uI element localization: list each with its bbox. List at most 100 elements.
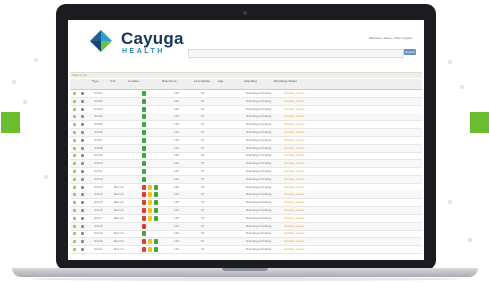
row-check-icon[interactable]: [73, 248, 76, 251]
code-cell: 123: [174, 161, 180, 166]
table-row[interactable]: ICU13 Bed 14 123 67 Discharge Pending Pending…: [70, 184, 422, 192]
code-cell: 123: [174, 247, 180, 251]
row-check-icon[interactable]: [73, 232, 76, 236]
unit-cell: ICU04: [94, 114, 103, 119]
status-yellow-indicator: [148, 208, 152, 213]
status-yellow-indicator: [148, 200, 152, 206]
row-check-icon[interactable]: [73, 177, 76, 181]
row-check-icon[interactable]: [73, 146, 76, 150]
unit-cell: ICU12: [94, 176, 103, 181]
column-header[interactable]: Risk Score: [162, 79, 177, 84]
table-row[interactable]: ICU21 Bed 14 123 67 Discharge Pending Pending…: [70, 246, 422, 254]
discharge-status-cell: Pending review: [284, 137, 305, 142]
row-check-icon[interactable]: [73, 193, 76, 197]
age-cell: 67: [201, 231, 205, 236]
status-red-indicator: [142, 215, 146, 221]
attending-cell: Discharge Pending: [246, 247, 272, 251]
patient-grid: Type Unit Location Risk Score Last Update Age…: [70, 79, 422, 257]
discharge-status-cell: Pending review: [284, 145, 305, 150]
table-row[interactable]: ICU20 Bed 14 123 67 Discharge Pending Pending…: [70, 238, 422, 247]
row-check-icon[interactable]: [73, 138, 76, 142]
age-cell: 67: [201, 184, 205, 189]
row-check-icon[interactable]: [73, 240, 76, 244]
row-check-icon[interactable]: [73, 216, 76, 220]
table-row[interactable]: ICU19 Bed 14 123 67 Discharge Pending Pending…: [70, 230, 422, 239]
age-cell: 67: [201, 239, 205, 244]
attending-cell: Discharge Pending: [246, 145, 272, 150]
person-icon: [81, 107, 84, 111]
row-check-icon[interactable]: [73, 115, 76, 119]
location-cell: Bed 14: [114, 215, 124, 220]
row-check-icon[interactable]: [73, 224, 76, 228]
row-check-icon[interactable]: [73, 92, 76, 95]
table-row[interactable]: ICU11 123 67 Discharge Pending Pending revie…: [70, 168, 422, 176]
code-cell: 123: [174, 91, 180, 95]
tab-patient-list[interactable]: Patient List: [72, 73, 87, 78]
row-check-icon[interactable]: [73, 131, 76, 134]
column-header[interactable]: Unit: [110, 79, 115, 84]
code-cell: 123: [174, 200, 180, 205]
row-check-icon[interactable]: [73, 201, 76, 205]
status-red-indicator: [142, 184, 146, 190]
table-row[interactable]: ICU08 123 67 Discharge Pending Pending revie…: [70, 144, 422, 153]
person-icon: [81, 224, 84, 228]
discharge-status-cell: Pending review: [284, 130, 305, 134]
code-cell: 123: [174, 130, 180, 134]
row-check-icon[interactable]: [73, 123, 76, 127]
table-row[interactable]: ICU07 123 67 Discharge Pending Pending revie…: [70, 137, 422, 145]
row-check-icon[interactable]: [73, 170, 76, 173]
column-header[interactable]: Attending: [244, 79, 257, 84]
column-header[interactable]: Last Update: [194, 79, 210, 84]
unit-cell: ICU17: [94, 215, 103, 220]
table-row[interactable]: ICU10 123 67 Discharge Pending Pending revie…: [70, 160, 422, 169]
location-cell: Bed 14: [114, 208, 124, 212]
table-row[interactable]: ICU18 123 67 Discharge Pending Pending revie…: [70, 222, 422, 231]
row-check-icon[interactable]: [73, 209, 76, 212]
age-cell: 67: [201, 200, 205, 205]
attending-cell: Discharge Pending: [246, 98, 272, 103]
column-header[interactable]: Location: [128, 79, 139, 84]
grid-header: Type Unit Location Risk Score Last Update Age…: [70, 79, 422, 90]
table-row[interactable]: ICU09 123 67 Discharge Pending Pending revie…: [70, 152, 422, 161]
row-check-icon[interactable]: [73, 162, 76, 166]
column-header[interactable]: Age: [218, 79, 223, 84]
table-row[interactable]: ICU03 123 67 Discharge Pending Pending revie…: [70, 106, 422, 114]
table-row[interactable]: ICU04 123 67 Discharge Pending Pending revie…: [70, 113, 422, 122]
location-cell: Bed 14: [114, 200, 124, 205]
status-green-indicator: [142, 231, 146, 237]
table-row[interactable]: ICU06 123 67 Discharge Pending Pending revie…: [70, 129, 422, 137]
row-check-icon[interactable]: [73, 99, 76, 103]
row-check-icon[interactable]: [73, 185, 76, 189]
table-row[interactable]: ICU12 123 67 Discharge Pending Pending revie…: [70, 175, 422, 184]
column-header[interactable]: Discharge Status: [274, 79, 297, 84]
table-row[interactable]: ICU05 123 67 Discharge Pending Pending revie…: [70, 121, 422, 130]
column-header[interactable]: Type: [92, 79, 99, 84]
status-green-indicator: [154, 200, 158, 206]
discharge-status-cell: Pending review: [284, 114, 305, 119]
status-green-indicator: [154, 192, 158, 198]
table-row[interactable]: ICU01 123 67 Discharge Pending Pending revie…: [70, 90, 422, 98]
row-check-icon[interactable]: [73, 154, 76, 158]
person-icon: [81, 209, 84, 212]
row-check-icon[interactable]: [73, 107, 76, 111]
unit-cell: ICU10: [94, 161, 103, 166]
search-button[interactable]: Search: [404, 49, 416, 55]
age-cell: 67: [201, 192, 205, 197]
discharge-status-cell: Pending review: [284, 192, 305, 197]
person-icon: [81, 146, 84, 150]
code-cell: 123: [174, 98, 180, 103]
code-cell: 123: [174, 223, 180, 228]
age-cell: 67: [201, 208, 205, 212]
code-cell: 123: [174, 208, 180, 212]
table-row[interactable]: ICU02 123 67 Discharge Pending Pending revie…: [70, 97, 422, 106]
bg-dot: [468, 238, 472, 242]
table-row[interactable]: ICU15 Bed 14 123 67 Discharge Pending Pending…: [70, 199, 422, 208]
search-input[interactable]: [188, 49, 404, 58]
status-yellow-indicator: [148, 239, 152, 245]
top-nav-links[interactable]: Welcome | Home | Help | Logout: [369, 36, 412, 40]
table-row[interactable]: ICU16 Bed 14 123 67 Discharge Pending Pending…: [70, 207, 422, 215]
table-row[interactable]: ICU17 Bed 14 123 67 Discharge Pending Pending…: [70, 215, 422, 223]
bg-dot: [460, 85, 464, 89]
table-row[interactable]: ICU14 Bed 14 123 67 Discharge Pending Pending…: [70, 191, 422, 200]
age-cell: 67: [201, 130, 205, 134]
